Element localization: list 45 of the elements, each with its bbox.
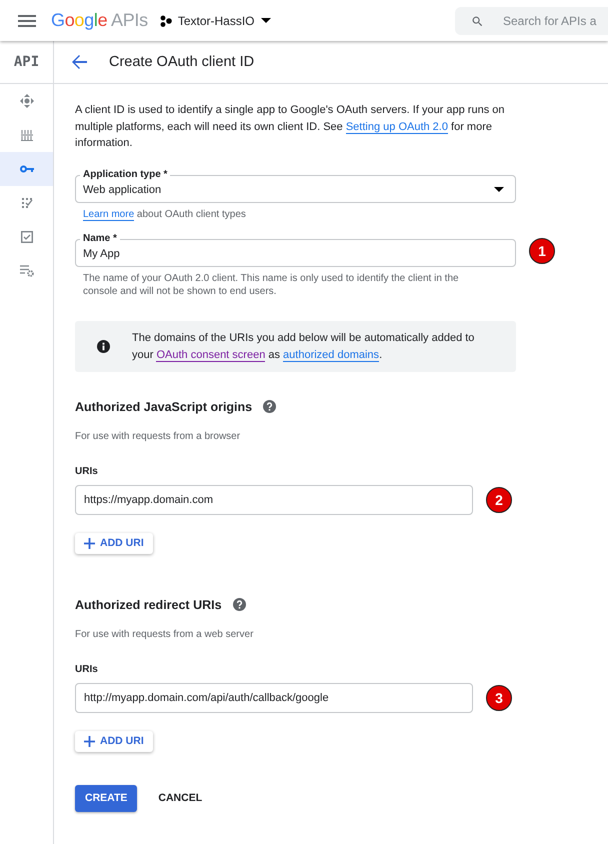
checkbox-icon [20,231,32,243]
page-title: Create OAuth client ID [109,54,254,70]
list-settings-icon [20,265,34,277]
learn-more-link[interactable]: Learn more [83,208,134,220]
library-icon [20,129,32,141]
section-subtitle: For use with requests from a web server [75,628,254,640]
number-badge: 2 [486,486,512,512]
dropdown-caret-icon [494,187,504,192]
uri-field[interactable]: http://myapp.domain.com/api/auth/callback/google [75,682,473,712]
search-field[interactable]: Search for APIs a [455,6,608,34]
number-badge: 1 [529,238,555,264]
cancel-button[interactable]: CANCEL [145,784,216,812]
project-icon [160,14,172,26]
add-uri-button[interactable]: ADD URI [75,730,153,752]
section-heading: Authorized redirect URIs [75,598,222,612]
help-icon[interactable] [263,400,276,413]
field-label: URIs [75,466,99,476]
caret-icon [260,18,271,23]
authorized-domains-link[interactable]: authorized domains [283,348,380,362]
help-icon[interactable] [232,598,246,611]
help-text: The name of your OAuth 2.0 client. This name is only used to identify the client in the console and will not be shown to end users. [83,272,460,298]
number-badge: 3 [486,684,512,710]
project-selector[interactable]: Textor-HassIO [160,14,271,28]
setup-link[interactable]: Setting up OAuth 2.0 [346,120,448,134]
arrows-icon [20,94,34,108]
back-arrow-icon[interactable] [71,55,87,69]
api-logo: API [14,54,40,70]
logo[interactable]: Google APIs [51,10,148,31]
uri-field[interactable]: https://myapp.domain.com [75,484,473,514]
field-label: URIs [75,664,99,674]
plus-icon [84,538,95,548]
dotted-check-icon [20,197,32,209]
add-uri-button[interactable]: ADD URI [75,532,153,554]
key-icon [20,164,34,174]
section-heading: Authorized JavaScript origins [75,400,252,414]
section-subtitle: For use with requests from a browser [75,430,242,442]
plus-icon [84,736,95,746]
info-icon [97,340,110,353]
sidebar-item[interactable] [0,152,53,186]
consent-screen-link[interactable]: OAuth consent screen [156,348,266,362]
help-text: about OAuth client types [136,208,246,220]
create-button[interactable]: CREATE [75,784,138,812]
menu-icon[interactable] [18,14,36,26]
intro-text: A client ID is used to identify a single app to Google's OAuth servers. If your app runs on multiple platforms, each will need its own client ID. See Setting up OAuth 2.0 for more information. [75,103,506,151]
info-text: The domains of the URIs you add below will be automatically added to your OAuth consent screen as authorized domains. [132,330,476,364]
